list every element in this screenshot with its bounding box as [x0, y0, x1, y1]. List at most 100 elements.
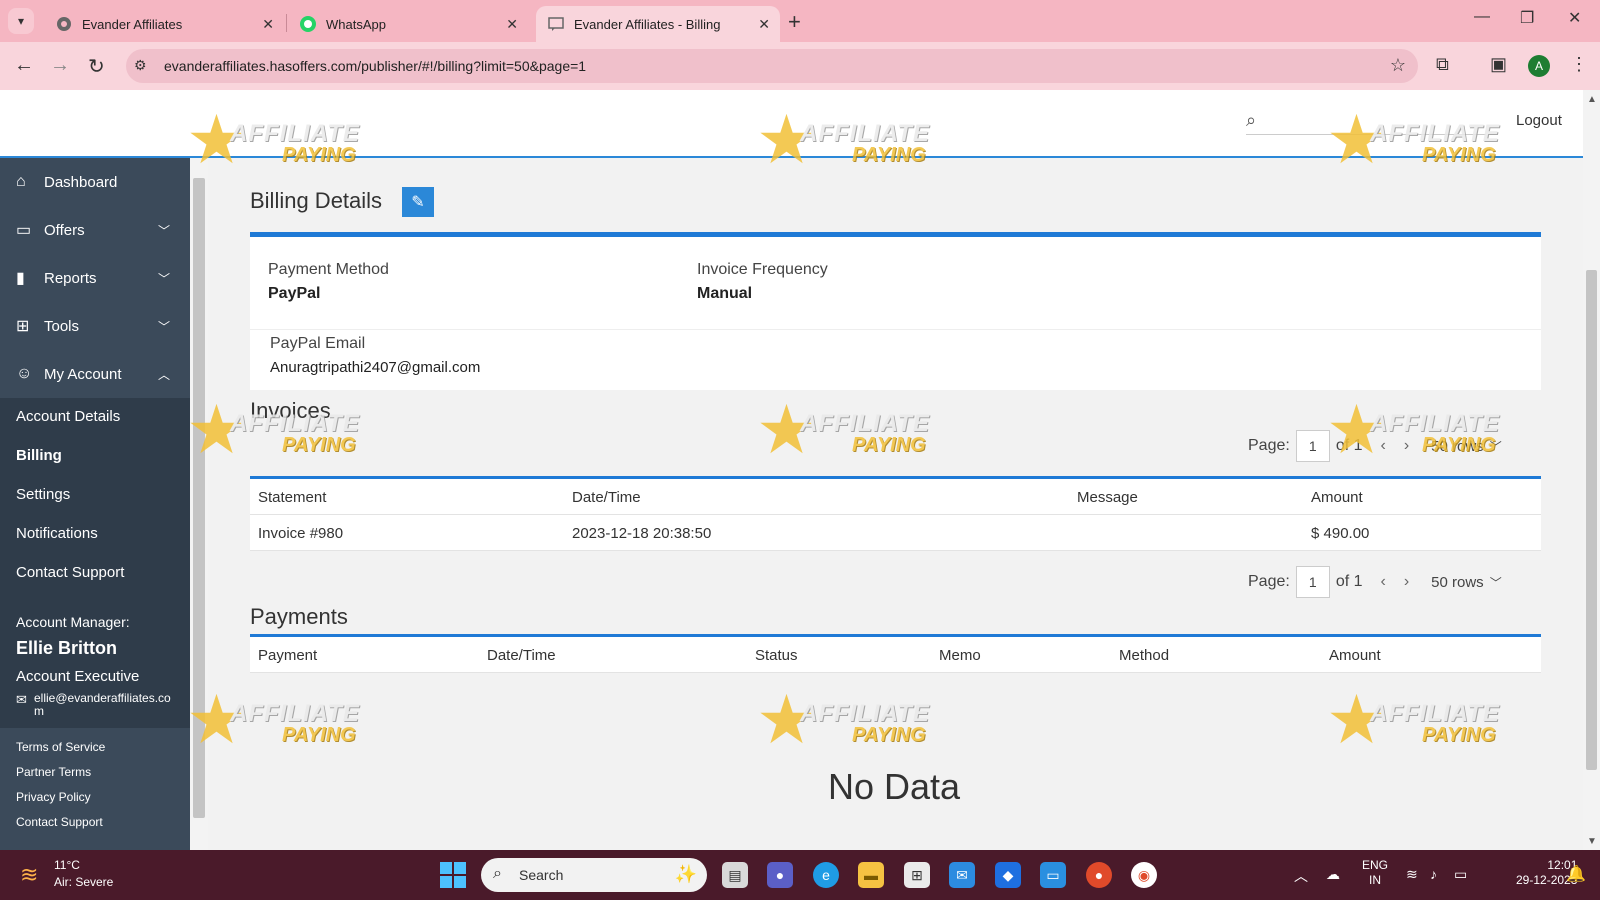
sidebar-item-reports[interactable]: ▮ Reports ﹀ — [0, 254, 190, 302]
wifi-icon[interactable]: ≋ — [1406, 866, 1418, 883]
column-header[interactable]: Status — [755, 647, 798, 664]
url-text[interactable]: evanderaffiliates.hasoffers.com/publishe… — [164, 58, 586, 74]
column-header[interactable]: Memo — [939, 647, 981, 664]
column-header[interactable]: Date/Time — [572, 489, 641, 506]
chevron-left-icon[interactable]: ‹ — [1381, 573, 1386, 591]
sidebar-item-dashboard[interactable]: ⌂ Dashboard — [0, 158, 190, 206]
terms-of-service-link[interactable]: Terms of Service — [16, 740, 105, 754]
language-indicator[interactable]: ENG IN — [1362, 858, 1388, 888]
sidebar-item-offers[interactable]: ▭ Offers ﹀ — [0, 206, 190, 254]
close-icon[interactable]: ✕ — [506, 16, 518, 33]
language-region: IN — [1369, 873, 1381, 887]
sidebar-item-tools[interactable]: ⊞ Tools ﹀ — [0, 302, 190, 350]
app-icon[interactable]: ● — [1086, 862, 1112, 888]
chevron-left-icon[interactable]: ‹ — [1381, 437, 1386, 455]
restore-icon[interactable]: ❐ — [1520, 8, 1534, 28]
tab-evander-affiliates[interactable]: Evander Affiliates ✕ — [44, 6, 284, 42]
teams-chat-icon[interactable]: ● — [767, 862, 793, 888]
back-icon[interactable]: ← — [14, 54, 34, 77]
weather-status[interactable]: Air: Severe — [54, 875, 113, 889]
column-header[interactable]: Amount — [1311, 489, 1363, 506]
chrome-icon[interactable]: ◉ — [1131, 862, 1157, 888]
menu-dots-icon[interactable]: ⋮ — [1570, 54, 1588, 75]
windows-start-icon[interactable] — [440, 862, 466, 888]
new-tab-button[interactable]: + — [788, 9, 801, 35]
user-icon: ☺ — [16, 365, 33, 382]
tab-title: WhatsApp — [326, 16, 386, 32]
minimize-icon[interactable]: — — [1474, 8, 1490, 26]
column-header[interactable]: Payment — [258, 647, 317, 664]
bookmark-star-icon[interactable]: ☆ — [1390, 55, 1406, 76]
page-number-input[interactable]: 1 — [1295, 430, 1330, 462]
search-icon: ⌕ — [493, 865, 502, 882]
close-icon[interactable]: ✕ — [758, 16, 770, 33]
tab-search-button[interactable]: ▾ — [8, 8, 34, 34]
profile-avatar[interactable]: A — [1528, 55, 1550, 77]
invoices-title: Invoices — [250, 398, 331, 423]
scroll-up-icon[interactable]: ▲ — [1587, 94, 1597, 105]
mail-icon[interactable]: ✉ — [949, 862, 975, 888]
column-header[interactable]: Amount — [1329, 647, 1381, 664]
browser-tab-bar: ▾ Evander Affiliates ✕ WhatsApp ✕ Evande… — [0, 0, 1600, 42]
table-row[interactable]: Invoice #980 2023-12-18 20:38:50 $ 490.0… — [250, 515, 1541, 551]
scrollbar-thumb[interactable] — [193, 178, 205, 818]
chevron-right-icon[interactable]: › — [1404, 573, 1409, 591]
edit-billing-button[interactable]: ✎ — [402, 187, 434, 217]
search-icon[interactable]: ⌕ — [1246, 110, 1256, 131]
rows-per-page-select[interactable]: 50 rows — [1431, 574, 1484, 591]
volume-icon[interactable]: ♪ — [1430, 866, 1437, 882]
address-bar[interactable]: ⚙ evanderaffiliates.hasoffers.com/publis… — [126, 49, 1418, 83]
site-info-icon[interactable]: ⚙ — [134, 57, 147, 74]
statement-cell[interactable]: Invoice #980 — [258, 525, 343, 542]
subnav-account-details[interactable]: Account Details — [16, 408, 120, 425]
side-panel-icon[interactable]: ▣ — [1490, 54, 1507, 75]
file-explorer-icon[interactable]: ▬ — [858, 862, 884, 888]
search-input[interactable] — [1246, 134, 1486, 135]
forward-icon[interactable]: → — [50, 54, 70, 77]
chevron-right-icon[interactable]: › — [1404, 437, 1409, 455]
taskbar-search[interactable]: ⌕ Search ✨ — [481, 858, 707, 892]
weather-temperature[interactable]: 11°C — [54, 858, 80, 872]
privacy-policy-link[interactable]: Privacy Policy — [16, 790, 91, 804]
extensions-icon[interactable]: ⧉ — [1436, 54, 1449, 75]
column-header[interactable]: Date/Time — [487, 647, 556, 664]
close-icon[interactable]: ✕ — [262, 16, 274, 33]
tab-whatsapp[interactable]: WhatsApp ✕ — [288, 6, 528, 42]
chevron-down-icon[interactable]: ﹀ — [1490, 574, 1502, 591]
subnav-contact-support[interactable]: Contact Support — [16, 564, 124, 581]
partner-terms-link[interactable]: Partner Terms — [16, 765, 91, 779]
column-header[interactable]: Method — [1119, 647, 1169, 664]
contact-support-link[interactable]: Contact Support — [16, 815, 103, 829]
tray-chevron-up-icon[interactable]: ︿ — [1294, 866, 1308, 886]
sidebar-item-label: My Account — [44, 365, 122, 383]
onedrive-icon[interactable]: ☁ — [1326, 866, 1340, 883]
column-header[interactable]: Statement — [258, 489, 326, 506]
edge-browser-icon[interactable]: e — [813, 862, 839, 888]
globe-icon — [56, 16, 72, 32]
rows-per-page-select[interactable]: 50 rows — [1431, 438, 1484, 455]
page-number-input[interactable]: 1 — [1295, 566, 1330, 598]
remote-desktop-icon[interactable]: ▭ — [1040, 862, 1066, 888]
logout-link[interactable]: Logout — [1516, 112, 1562, 129]
chevron-down-icon[interactable]: ﹀ — [1490, 438, 1502, 455]
subnav-billing[interactable]: Billing — [16, 447, 62, 464]
weather-icon[interactable]: ≋ — [20, 862, 38, 888]
scrollbar-thumb[interactable] — [1586, 270, 1597, 770]
microsoft-store-icon[interactable]: ⊞ — [904, 862, 930, 888]
battery-icon[interactable]: ▭ — [1454, 866, 1467, 883]
account-manager-email[interactable]: ellie@evanderaffiliates.com — [16, 692, 176, 718]
page-scrollbar[interactable]: ▲ ▼ — [1583, 90, 1600, 850]
window-close-icon[interactable]: ✕ — [1568, 8, 1581, 28]
scroll-down-icon[interactable]: ▼ — [1587, 836, 1597, 847]
chevron-up-icon: ︿ — [157, 367, 170, 382]
reload-icon[interactable]: ↻ — [88, 54, 105, 79]
sidebar-item-my-account[interactable]: ☺ My Account ︿ — [0, 350, 190, 398]
tab-billing[interactable]: Evander Affiliates - Billing ✕ — [536, 6, 780, 42]
task-view-icon[interactable]: ▤ — [722, 862, 748, 888]
subnav-settings[interactable]: Settings — [16, 486, 70, 503]
subnav-notifications[interactable]: Notifications — [16, 525, 98, 542]
dropbox-icon[interactable]: ◆ — [995, 862, 1021, 888]
notification-bell-icon[interactable]: 🔔 — [1566, 864, 1586, 884]
sidebar-scrollbar[interactable] — [190, 158, 208, 850]
column-header[interactable]: Message — [1077, 489, 1138, 506]
